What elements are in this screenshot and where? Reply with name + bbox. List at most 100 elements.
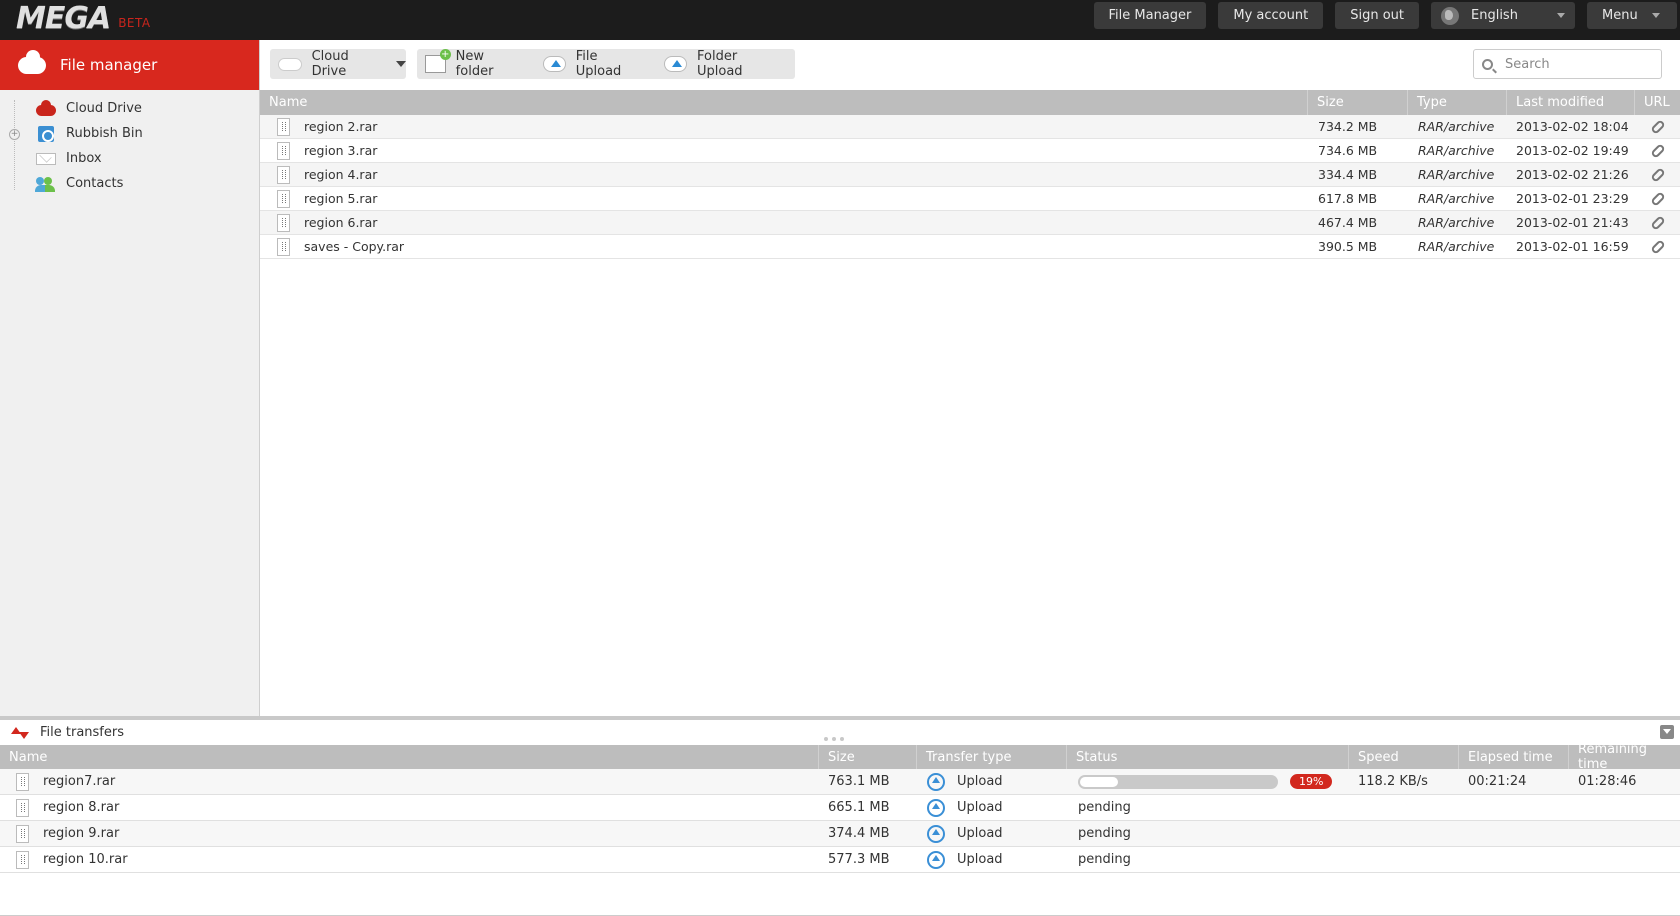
folder-tree: Cloud Drive + Rubbish Bin Inbox Contacts bbox=[0, 90, 259, 196]
drag-handle-icon[interactable] bbox=[824, 730, 852, 741]
cloud-drive-dropdown[interactable]: Cloud Drive bbox=[270, 49, 406, 79]
menu-dropdown[interactable]: Menu bbox=[1587, 2, 1677, 29]
file-type: RAR/archive bbox=[1418, 239, 1495, 254]
file-row[interactable]: region 3.rar 734.6 MB RAR/archive 2013-0… bbox=[260, 139, 1680, 163]
transfer-elapsed: 00:21:24 bbox=[1468, 774, 1527, 789]
file-manager-header[interactable]: File manager bbox=[0, 40, 259, 90]
transfer-arrows-icon bbox=[10, 726, 30, 740]
link-icon[interactable] bbox=[1650, 214, 1666, 231]
my-account-button[interactable]: My account bbox=[1218, 2, 1324, 29]
link-icon[interactable] bbox=[1650, 118, 1666, 135]
progress-bar bbox=[1078, 774, 1278, 789]
column-header-remaining[interactable]: Remaining time bbox=[1569, 742, 1680, 772]
top-nav: File Manager My account Sign out English… bbox=[1093, 2, 1680, 29]
link-icon[interactable] bbox=[1650, 166, 1666, 183]
column-header-modified[interactable]: Last modified bbox=[1507, 90, 1635, 115]
file-row[interactable]: region 6.rar 467.4 MB RAR/archive 2013-0… bbox=[260, 211, 1680, 235]
archive-file-icon bbox=[16, 850, 29, 869]
logo-text: MEGA bbox=[16, 1, 111, 36]
file-row[interactable]: saves - Copy.rar 390.5 MB RAR/archive 20… bbox=[260, 235, 1680, 259]
search-input[interactable] bbox=[1505, 56, 1645, 72]
file-name: region 3.rar bbox=[304, 143, 378, 158]
column-header-status[interactable]: Status bbox=[1067, 745, 1349, 769]
link-icon[interactable] bbox=[1650, 190, 1666, 207]
upload-arrow-icon bbox=[927, 772, 945, 791]
file-manager-button[interactable]: File Manager bbox=[1093, 2, 1207, 29]
file-type: RAR/archive bbox=[1418, 215, 1495, 230]
search-box bbox=[1473, 49, 1662, 79]
file-row[interactable]: region 5.rar 617.8 MB RAR/archive 2013-0… bbox=[260, 187, 1680, 211]
transfer-row[interactable]: region 10.rar 577.3 MB Upload pending bbox=[0, 847, 1680, 873]
file-size: 334.4 MB bbox=[1318, 167, 1378, 182]
new-folder-label: New folder bbox=[455, 49, 494, 79]
sign-out-button[interactable]: Sign out bbox=[1335, 2, 1419, 29]
mega-logo[interactable]: MEGA BETA bbox=[16, 0, 151, 36]
column-header-name[interactable]: Name bbox=[0, 745, 819, 769]
sidebar-item-rubbish-bin[interactable]: + Rubbish Bin bbox=[0, 121, 259, 146]
beta-badge: BETA bbox=[118, 16, 151, 30]
file-size: 734.2 MB bbox=[1318, 119, 1378, 134]
column-header-name[interactable]: Name bbox=[260, 90, 1308, 115]
transfer-row[interactable]: region 8.rar 665.1 MB Upload pending bbox=[0, 795, 1680, 821]
file-grid-header: Name Size Type Last modified URL bbox=[260, 90, 1680, 115]
file-size: 617.8 MB bbox=[1318, 191, 1378, 206]
file-grid: Name Size Type Last modified URL region … bbox=[260, 90, 1680, 716]
transfer-size: 665.1 MB bbox=[828, 800, 890, 815]
archive-file-icon bbox=[277, 117, 290, 136]
transfer-size: 577.3 MB bbox=[828, 852, 890, 867]
link-icon[interactable] bbox=[1650, 142, 1666, 159]
transfer-name: region 9.rar bbox=[43, 826, 120, 841]
transfers-table-header: Name Size Transfer type Status Speed Ela… bbox=[0, 742, 1680, 772]
upload-arrow-icon bbox=[927, 824, 945, 843]
column-header-size[interactable]: Size bbox=[819, 745, 917, 769]
cloud-icon bbox=[278, 57, 302, 71]
upload-arrow-icon bbox=[927, 798, 945, 817]
file-modified: 2013-02-02 18:04 bbox=[1516, 119, 1629, 134]
file-type: RAR/archive bbox=[1418, 119, 1495, 134]
folder-upload-button[interactable]: Folder Upload bbox=[656, 49, 781, 79]
toolbar: Cloud Drive New folder File Upload Folde… bbox=[260, 40, 1680, 90]
column-header-transfer-type[interactable]: Transfer type bbox=[917, 745, 1067, 769]
transfer-name: region7.rar bbox=[43, 774, 116, 789]
sidebar-item-inbox[interactable]: Inbox bbox=[0, 146, 259, 171]
language-label: English bbox=[1471, 8, 1518, 23]
file-upload-button[interactable]: File Upload bbox=[535, 49, 642, 79]
transfer-status: pending bbox=[1078, 800, 1131, 815]
new-folder-button[interactable]: New folder bbox=[417, 49, 521, 79]
progress-percent-badge: 19% bbox=[1290, 774, 1333, 789]
link-icon[interactable] bbox=[1650, 238, 1666, 255]
archive-file-icon bbox=[16, 798, 29, 817]
cloud-icon bbox=[36, 100, 56, 116]
file-row[interactable]: region 2.rar 734.2 MB RAR/archive 2013-0… bbox=[260, 115, 1680, 139]
upload-icon bbox=[543, 56, 566, 72]
collapse-panel-icon[interactable] bbox=[1660, 725, 1674, 739]
column-header-elapsed[interactable]: Elapsed time bbox=[1459, 745, 1569, 769]
expand-icon[interactable]: + bbox=[9, 129, 20, 140]
file-modified: 2013-02-02 21:26 bbox=[1516, 167, 1629, 182]
file-name: region 5.rar bbox=[304, 191, 378, 206]
file-row[interactable]: region 4.rar 334.4 MB RAR/archive 2013-0… bbox=[260, 163, 1680, 187]
file-manager-title: File manager bbox=[60, 56, 158, 74]
language-dropdown[interactable]: English bbox=[1431, 2, 1575, 29]
rubbish-bin-icon bbox=[38, 125, 54, 142]
transfer-size: 763.1 MB bbox=[828, 774, 890, 789]
sidebar-item-contacts[interactable]: Contacts bbox=[0, 171, 259, 196]
chevron-down-icon bbox=[396, 61, 406, 67]
search-icon bbox=[1482, 58, 1493, 70]
column-header-size[interactable]: Size bbox=[1308, 90, 1408, 115]
globe-icon bbox=[1441, 6, 1459, 25]
transfer-row[interactable]: region 9.rar 374.4 MB Upload pending bbox=[0, 821, 1680, 847]
transfer-type: Upload bbox=[957, 774, 1003, 789]
file-size: 467.4 MB bbox=[1318, 215, 1378, 230]
sidebar-item-cloud-drive[interactable]: Cloud Drive bbox=[0, 96, 259, 121]
column-header-url[interactable]: URL bbox=[1635, 90, 1680, 115]
column-header-type[interactable]: Type bbox=[1408, 90, 1507, 115]
transfer-type: Upload bbox=[957, 852, 1003, 867]
column-header-speed[interactable]: Speed bbox=[1349, 745, 1459, 769]
transfer-size: 374.4 MB bbox=[828, 826, 890, 841]
sidebar-item-label: Contacts bbox=[66, 176, 124, 191]
new-folder-icon bbox=[425, 49, 451, 73]
transfer-row[interactable]: region7.rar 763.1 MB Upload 19% 118.2 KB… bbox=[0, 769, 1680, 795]
transfer-remaining: 01:28:46 bbox=[1578, 774, 1637, 789]
upload-icon bbox=[664, 56, 687, 72]
